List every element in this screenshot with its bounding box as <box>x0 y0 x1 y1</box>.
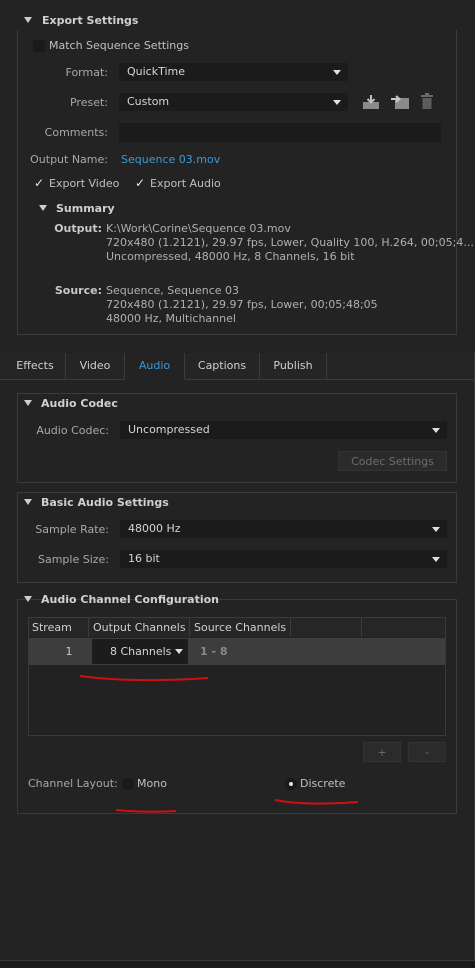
red-annotation-underlines <box>79 675 359 813</box>
